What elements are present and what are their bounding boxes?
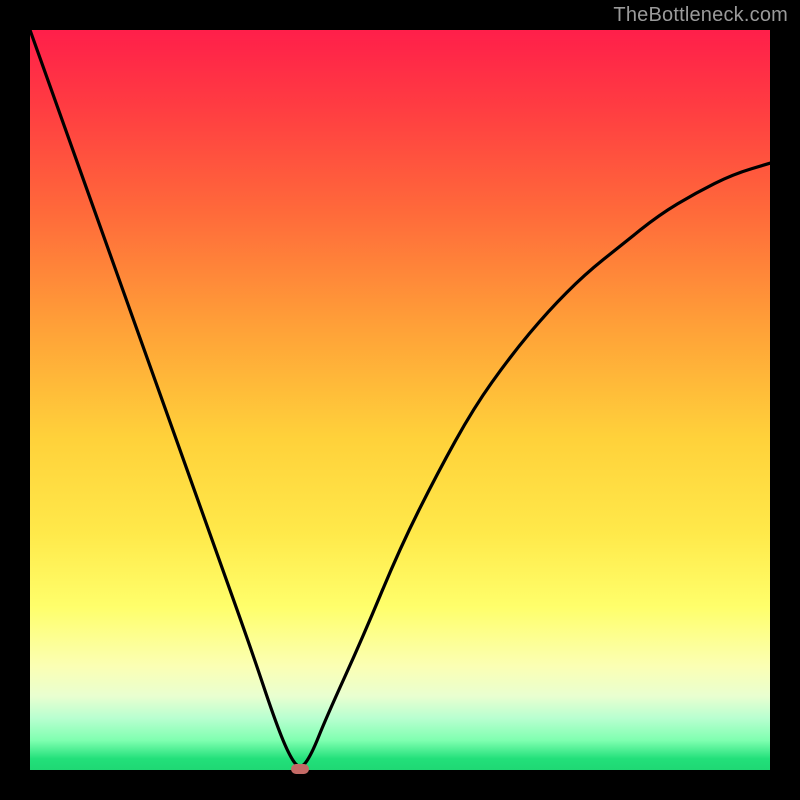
minimum-marker [291,764,309,774]
chart-frame: TheBottleneck.com [0,0,800,800]
plot-area [30,30,770,770]
watermark-text: TheBottleneck.com [613,4,788,27]
bottleneck-curve [30,30,770,770]
